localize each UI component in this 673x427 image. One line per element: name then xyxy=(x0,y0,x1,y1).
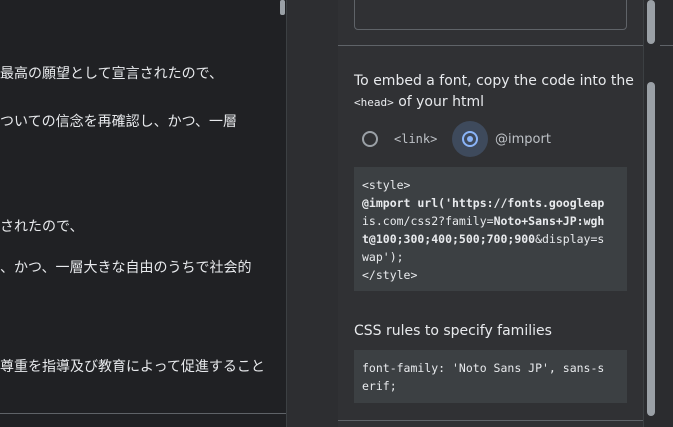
option-import-label: @import xyxy=(495,131,551,147)
code-text: is.com/css2?family= xyxy=(362,214,494,228)
embed-intro-suffix: of your html xyxy=(398,94,484,110)
embed-instructions: To embed a font, copy the code into the … xyxy=(354,71,634,113)
css-rules-title: CSS rules to specify families xyxy=(354,323,552,339)
scrollbar-divider xyxy=(660,45,673,46)
code-line: t@100;300;400;500;700;900&display=s xyxy=(362,230,619,248)
radio-focus-halo xyxy=(452,121,488,157)
embed-intro: To embed a font, copy the code into the xyxy=(354,73,634,89)
radio-checked-icon[interactable] xyxy=(462,131,478,147)
previous-code-box xyxy=(354,0,627,30)
option-link[interactable]: <link> xyxy=(362,120,437,158)
code-line: wap'); xyxy=(362,250,404,264)
code-line: erif; xyxy=(362,379,397,393)
preview-line-5: 尊重を指導及び教育によって促進すること xyxy=(0,359,265,375)
preview-scrollbar[interactable] xyxy=(280,0,285,15)
section-divider xyxy=(338,45,643,46)
scrollbar-thumb[interactable] xyxy=(647,82,655,416)
import-code-block[interactable]: <style> @import url('https://fonts.googl… xyxy=(354,167,627,291)
panel-gutter xyxy=(286,0,339,427)
option-link-label: <link> xyxy=(394,132,438,146)
code-text: &display=s xyxy=(535,232,605,246)
preview-text-area: 最高の願望として宣言されたので、 ついての信念を再確認し、かつ、一層 されたので… xyxy=(0,0,286,427)
code-weights-bold: t@100;300;400;500;700;900 xyxy=(362,232,536,246)
head-tag: <head> xyxy=(354,96,394,109)
radio-unchecked-icon[interactable] xyxy=(362,131,378,147)
panel-scrollbar[interactable] xyxy=(643,0,673,427)
code-line: is.com/css2?family=Noto+Sans+JP:wgh xyxy=(362,212,619,230)
scrollbar-top-thumb[interactable] xyxy=(647,0,655,44)
preview-line-2: ついての信念を再確認し、かつ、一層 xyxy=(0,114,238,130)
preview-divider xyxy=(0,413,286,414)
css-rules-code-block[interactable]: font-family: 'Noto Sans JP', sans-s erif… xyxy=(354,350,627,403)
preview-line-1: 最高の願望として宣言されたので、 xyxy=(0,66,224,82)
code-line: font-family: 'Noto Sans JP', sans-s xyxy=(362,361,605,375)
option-import[interactable]: @import xyxy=(452,120,551,158)
bottom-divider xyxy=(338,420,643,421)
preview-line-4: 、かつ、一層大きな自由のうちで社会的 xyxy=(0,260,252,276)
embed-panel: To embed a font, copy the code into the … xyxy=(338,0,643,427)
preview-line-3: されたので、 xyxy=(0,219,84,235)
code-import-keyword: @import url('https://fonts.googleap xyxy=(362,196,605,210)
code-line: <style> xyxy=(362,178,411,192)
code-line: @import url('https://fonts.googleap xyxy=(362,194,619,212)
code-family-bold: Noto+Sans+JP:wgh xyxy=(493,214,605,228)
code-line: </style> xyxy=(362,268,418,282)
